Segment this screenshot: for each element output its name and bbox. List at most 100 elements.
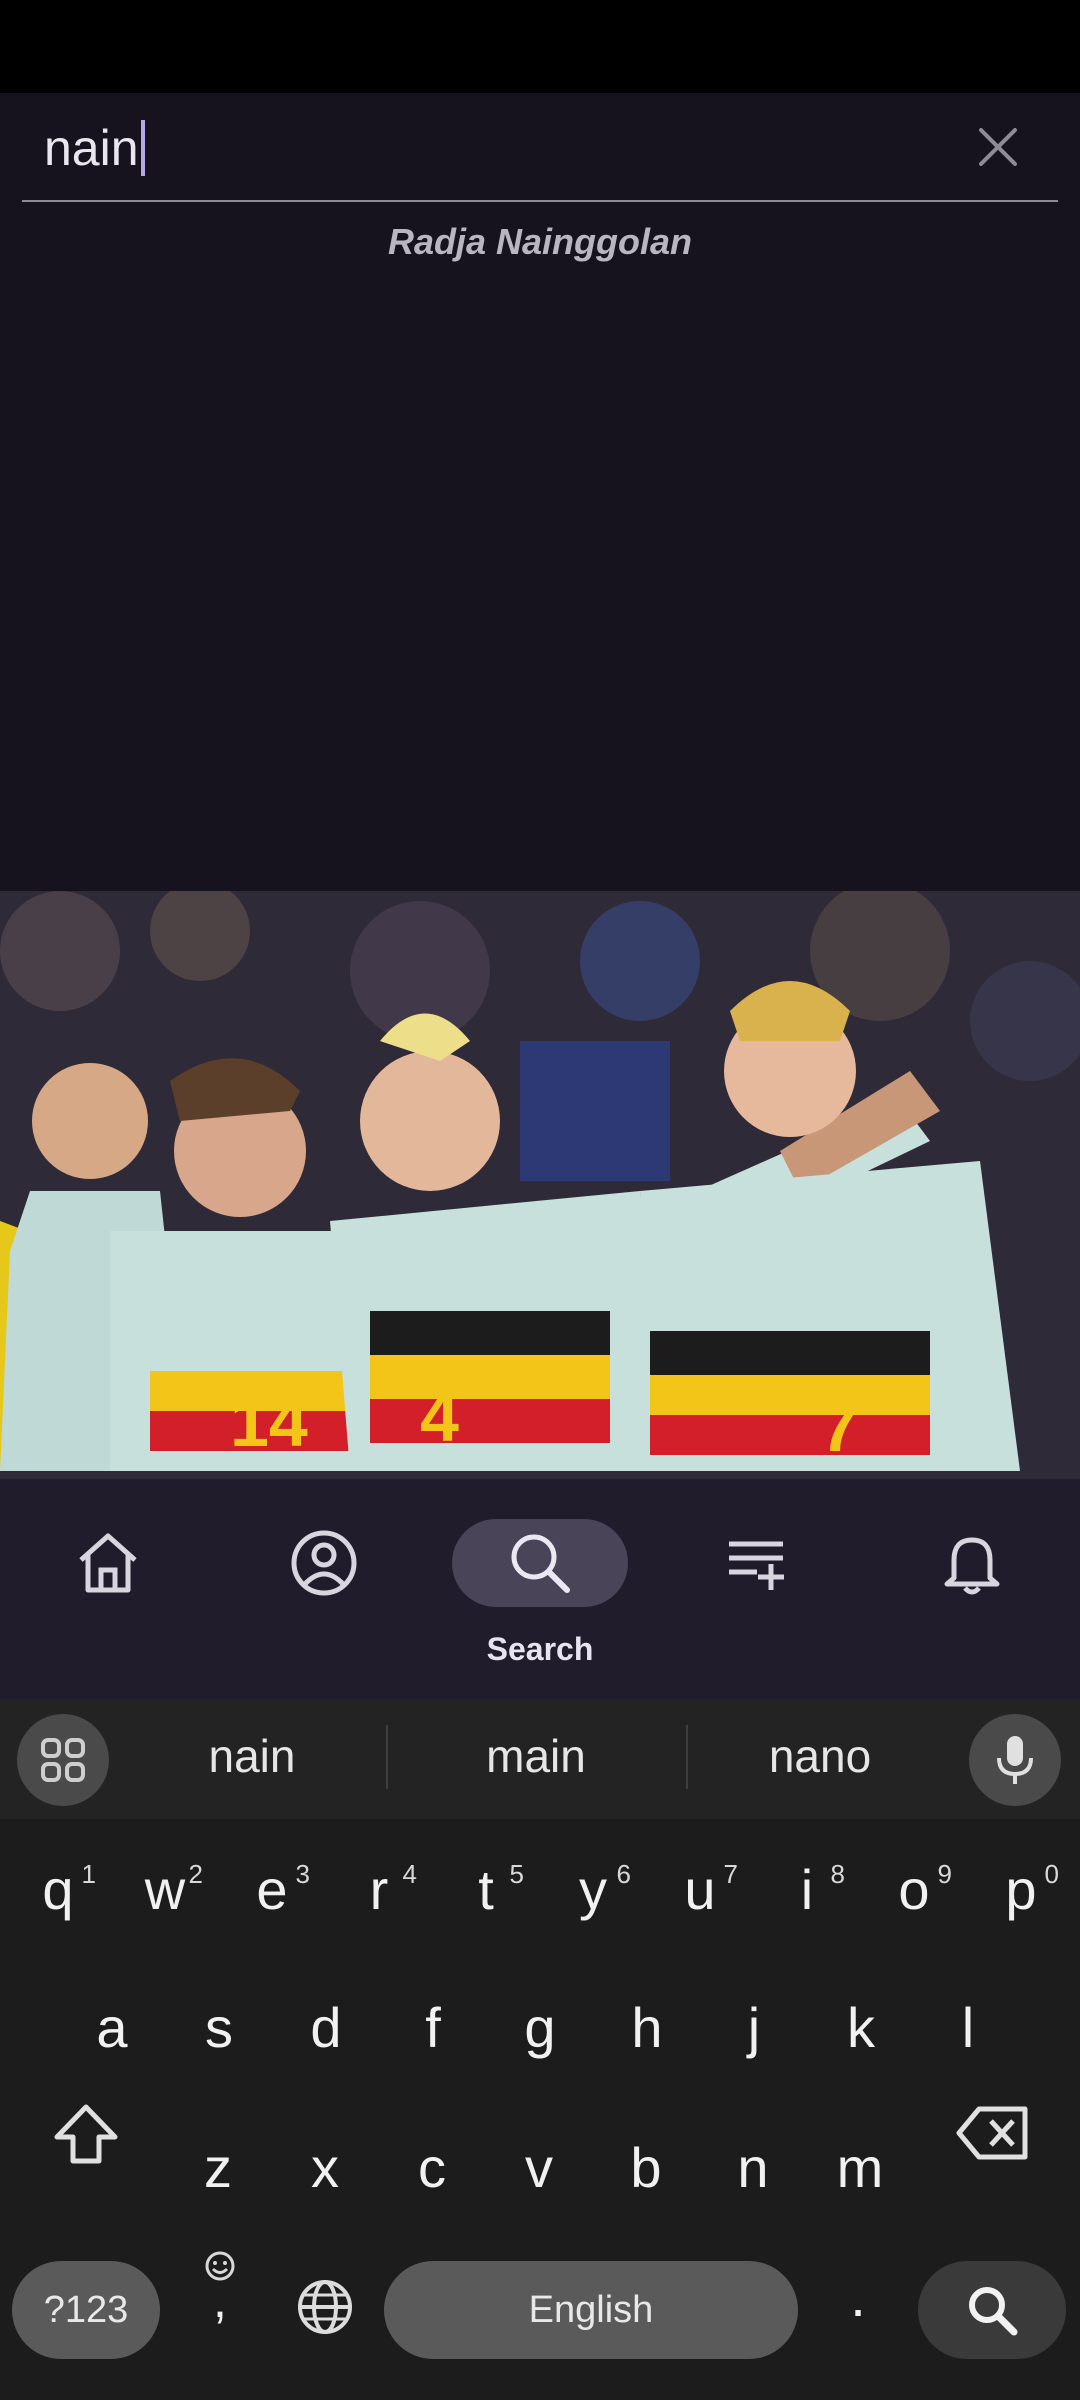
key-hint: 1 (81, 1859, 96, 1889)
key-label: x (311, 2136, 339, 2199)
key-label: d (310, 1996, 342, 2059)
key-label: v (525, 2136, 553, 2199)
nav-search-pill (452, 1519, 628, 1607)
key-y[interactable]: y6 (563, 1857, 631, 1937)
nav-notifications-pill (884, 1519, 1060, 1607)
key-hint: 2 (188, 1859, 203, 1889)
key-label: n (737, 2136, 769, 2199)
key-label: w (144, 1858, 186, 1921)
search-bar[interactable]: nain (22, 93, 1058, 202)
key-label: f (425, 1996, 441, 2059)
nav-playlist[interactable] (666, 1519, 846, 1669)
language-key[interactable] (294, 2277, 356, 2339)
nav-notifications[interactable] (882, 1519, 1062, 1669)
text-caret (140, 120, 145, 176)
key-i[interactable]: i8 (777, 1857, 845, 1937)
key-hint: 9 (937, 1859, 952, 1889)
key-label: q (42, 1858, 74, 1921)
key-b[interactable]: b (616, 2135, 676, 2215)
search-suggestion[interactable]: Radja Nainggolan (0, 221, 1080, 263)
key-label: e (256, 1858, 288, 1921)
key-w[interactable]: w2 (135, 1857, 203, 1937)
key-s[interactable]: s (189, 1995, 249, 2075)
globe-icon (298, 2280, 352, 2334)
nav-profile[interactable] (234, 1519, 414, 1669)
soft-keyboard: nain main nano ?123 , English . q 1 w 2 … (0, 1699, 1080, 2400)
key-l[interactable]: l (938, 1995, 998, 2075)
shift-icon (54, 2104, 118, 2164)
key-x[interactable]: x (295, 2135, 355, 2215)
key-label: h (631, 1996, 663, 2059)
space-key[interactable]: English (384, 2261, 798, 2359)
key-label: a (96, 1996, 128, 2059)
backspace-key[interactable] (955, 2103, 1031, 2169)
key-u[interactable]: u7 (670, 1857, 738, 1937)
microphone-icon[interactable] (969, 1714, 1061, 1806)
key-label: i (800, 1858, 814, 1921)
search-input-text: nain (44, 120, 139, 176)
key-label: r (369, 1858, 389, 1921)
key-hint: 4 (402, 1859, 417, 1889)
nav-playlist-pill (668, 1519, 844, 1607)
key-f[interactable]: f (403, 1995, 463, 2075)
key-g[interactable]: g (510, 1995, 570, 2075)
key-v[interactable]: v (509, 2135, 569, 2215)
key-hint: 7 (723, 1859, 738, 1889)
profile-icon (291, 1530, 357, 1596)
key-hint: 6 (616, 1859, 631, 1889)
period-key[interactable]: . (838, 2264, 878, 2344)
nav-home[interactable] (18, 1519, 198, 1669)
keyboard-suggestion-1[interactable]: nain (112, 1729, 392, 1783)
key-o[interactable]: o9 (884, 1857, 952, 1937)
mic-glyph-icon (997, 1736, 1033, 1784)
bottom-navigation: Search (0, 1479, 1080, 1699)
playlist-add-icon (729, 1541, 784, 1590)
key-t[interactable]: t5 (456, 1857, 524, 1937)
key-r[interactable]: r4 (349, 1857, 417, 1937)
player-photo[interactable]: 14 4 7 (0, 891, 1080, 1571)
home-icon (79, 1533, 137, 1593)
search-action-key[interactable] (918, 2261, 1066, 2359)
keyboard-suggestion-strip: nain main nano (0, 1699, 1080, 1819)
key-label: b (630, 2136, 662, 2199)
key-label: y (579, 1858, 607, 1921)
key-a[interactable]: a (82, 1995, 142, 2075)
key-label: m (836, 2136, 884, 2199)
key-m[interactable]: m (830, 2135, 890, 2215)
key-label: j (747, 1996, 761, 2059)
key-c[interactable]: c (402, 2135, 462, 2215)
key-d[interactable]: d (296, 1995, 356, 2075)
key-q[interactable]: q1 (28, 1857, 96, 1937)
keyboard-apps-icon[interactable] (17, 1714, 109, 1806)
key-j[interactable]: j (724, 1995, 784, 2075)
emoji-comma-key[interactable]: , (196, 2249, 244, 2359)
nav-home-pill (20, 1519, 196, 1607)
svg-text:14: 14 (230, 1383, 308, 1461)
backspace-icon (956, 2106, 1028, 2160)
key-label: z (204, 2136, 232, 2199)
key-k[interactable]: k (831, 1995, 891, 2075)
key-hint: 3 (295, 1859, 310, 1889)
key-z[interactable]: z (188, 2135, 248, 2215)
key-label: c (418, 2136, 446, 2199)
search-input[interactable]: nain (44, 115, 145, 181)
app-screen: nain Radja Nainggolan 14 4 7 Search (0, 93, 1080, 1699)
key-label: u (684, 1858, 716, 1921)
key-label: o (898, 1858, 930, 1921)
key-n[interactable]: n (723, 2135, 783, 2215)
player-photo-illustration: 14 4 7 (0, 891, 1080, 1571)
shift-key[interactable] (50, 2101, 122, 2171)
symbols-key[interactable]: ?123 (12, 2261, 160, 2359)
search-icon (511, 1534, 570, 1593)
key-h[interactable]: h (617, 1995, 677, 2075)
status-bar (0, 0, 1080, 93)
clear-search-icon[interactable] (968, 117, 1028, 177)
keyboard-suggestion-2[interactable]: main (396, 1729, 676, 1783)
key-e[interactable]: e3 (242, 1857, 310, 1937)
key-p[interactable]: p0 (991, 1857, 1059, 1937)
key-hint: 8 (830, 1859, 845, 1889)
search-icon (969, 2287, 1018, 2336)
keyboard-suggestion-3[interactable]: nano (680, 1729, 960, 1783)
nav-search[interactable]: Search (450, 1519, 630, 1669)
key-hint: 5 (509, 1859, 524, 1889)
